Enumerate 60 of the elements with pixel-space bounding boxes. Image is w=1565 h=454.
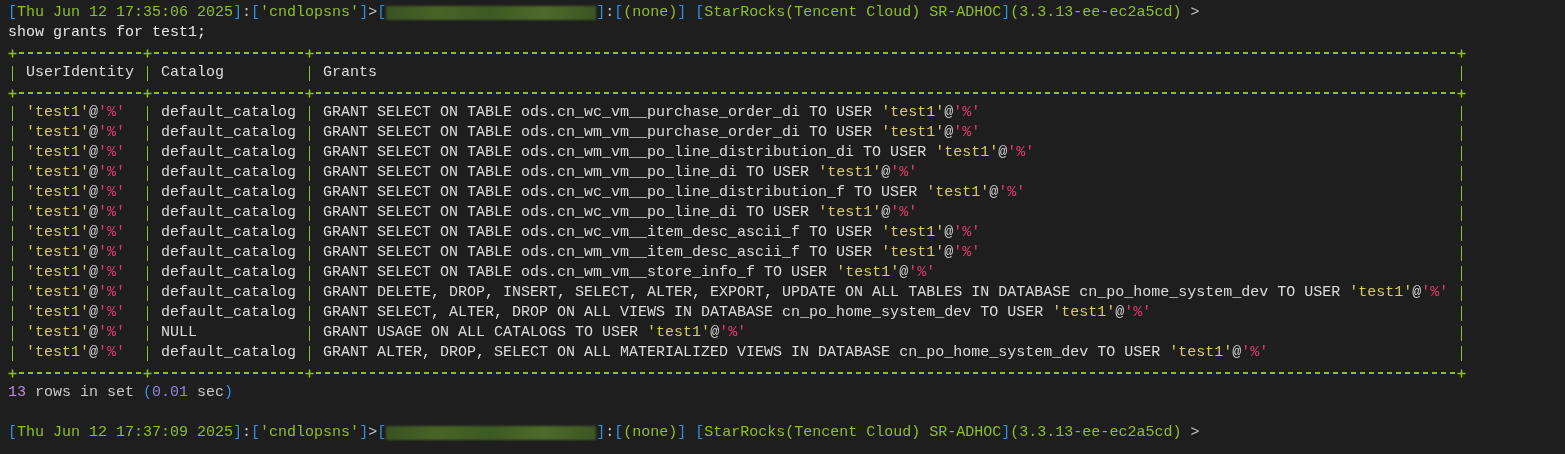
table-cell: GRANT SELECT ON TABLE ods.cn_wm_vm__po_line_distribution_di TO USER 'test1'@'%' bbox=[323, 144, 1035, 161]
table-corner-icon bbox=[1457, 88, 1467, 98]
table-cell: 'test1'@'%' bbox=[26, 284, 126, 301]
command-text: show grants for test1; bbox=[8, 24, 207, 41]
shell-prompt: [Thu Jun 12 17:37:09 2025]:['cndlopsns']>[ bbox=[8, 423, 387, 443]
table-cell: 'test1'@'%' bbox=[26, 344, 126, 361]
table-cell: default_catalog bbox=[161, 164, 297, 181]
table-cell: GRANT SELECT ON TABLE ods.cn_wm_vm__item_desc_ascii_f TO USER 'test1'@'%' bbox=[323, 244, 981, 261]
table-corner-icon bbox=[143, 368, 152, 378]
table-cell: GRANT SELECT ON TABLE ods.cn_wc_vm__purchase_order_di TO USER 'test1'@'%' bbox=[323, 104, 981, 121]
table-cell: default_catalog bbox=[161, 124, 297, 141]
table-corner-icon bbox=[305, 48, 315, 58]
column-header: Grants bbox=[323, 64, 378, 81]
table-cell: default_catalog bbox=[161, 304, 297, 321]
table-cell: 'test1'@'%' bbox=[26, 164, 126, 181]
table-cell: 'test1'@'%' bbox=[26, 224, 126, 241]
table-cell: NULL bbox=[161, 324, 198, 341]
table-corner-icon bbox=[305, 88, 315, 98]
table-cell: 'test1'@'%' bbox=[26, 144, 126, 161]
result-summary: 13 rows in set (0.01 sec) bbox=[8, 384, 234, 401]
table-cell: 'test1'@'%' bbox=[26, 124, 126, 141]
table-corner-icon bbox=[1457, 48, 1467, 58]
table-cell: GRANT USAGE ON ALL CATALOGS TO USER 'test1'@'%' bbox=[323, 324, 747, 341]
shell-prompt: [Thu Jun 12 17:35:06 2025]:['cndlopsns']>[ bbox=[8, 3, 387, 23]
shell-prompt: ]:[(none)] [StarRocks(Tencent Cloud) SR-ADHOC](3.3.13-ee-ec2a5cd) > bbox=[596, 423, 1200, 443]
table-cell: GRANT SELECT ON TABLE ods.cn_wc_vm__po_line_di TO USER 'test1'@'%' bbox=[323, 204, 918, 221]
table-corner-icon bbox=[305, 368, 315, 378]
table-cell: default_catalog bbox=[161, 244, 297, 261]
table-cell: 'test1'@'%' bbox=[26, 304, 126, 321]
table-cell: 'test1'@'%' bbox=[26, 324, 126, 341]
table-corner-icon bbox=[8, 48, 17, 58]
table-cell: default_catalog bbox=[161, 204, 297, 221]
table-cell: default_catalog bbox=[161, 344, 297, 361]
table-corner-icon bbox=[8, 368, 17, 378]
table-corner-icon bbox=[1457, 368, 1467, 378]
table-corner-icon bbox=[143, 88, 152, 98]
table-corner-icon bbox=[8, 88, 17, 98]
table-cell: GRANT SELECT ON TABLE ods.cn_wm_vm__po_line_di TO USER 'test1'@'%' bbox=[323, 164, 918, 181]
table-cell: default_catalog bbox=[161, 264, 297, 281]
shell-prompt: ]:[(none)] [StarRocks(Tencent Cloud) SR-ADHOC](3.3.13-ee-ec2a5cd) > bbox=[596, 3, 1200, 23]
table-cell: GRANT DELETE, DROP, INSERT, SELECT, ALTER, EXPORT, UPDATE ON ALL TABLES IN DATABASE cn_po_home_system_dev TO USER 'test1'@'%' bbox=[323, 284, 1449, 301]
table-cell: GRANT SELECT ON TABLE ods.cn_wm_vm__purchase_order_di TO USER 'test1'@'%' bbox=[323, 124, 981, 141]
table-cell: default_catalog bbox=[161, 184, 297, 201]
table-cell: 'test1'@'%' bbox=[26, 204, 126, 221]
table-cell: GRANT ALTER, DROP, SELECT ON ALL MATERIALIZED VIEWS IN DATABASE cn_po_home_system_dev TO USER 'test1'@'%' bbox=[323, 344, 1269, 361]
table-cell: GRANT SELECT, ALTER, DROP ON ALL VIEWS IN DATABASE cn_po_home_system_dev TO USER 'test1'@'%' bbox=[323, 304, 1152, 321]
table-cell: GRANT SELECT ON TABLE ods.cn_wm_vm__store_info_f TO USER 'test1'@'%' bbox=[323, 264, 936, 281]
column-header: UserIdentity bbox=[26, 64, 135, 81]
table-cell: 'test1'@'%' bbox=[26, 104, 126, 121]
table-corner-icon bbox=[143, 48, 152, 58]
column-header: Catalog bbox=[161, 64, 225, 81]
table-cell: default_catalog bbox=[161, 144, 297, 161]
table-cell: 'test1'@'%' bbox=[26, 244, 126, 261]
table-cell: GRANT SELECT ON TABLE ods.cn_wc_vm__po_line_distribution_f TO USER 'test1'@'%' bbox=[323, 184, 1026, 201]
table-cell: 'test1'@'%' bbox=[26, 264, 126, 281]
table-cell: default_catalog bbox=[161, 224, 297, 241]
table-cell: 'test1'@'%' bbox=[26, 184, 126, 201]
table-cell: default_catalog bbox=[161, 284, 297, 301]
table-cell: GRANT SELECT ON TABLE ods.cn_wc_vm__item_desc_ascii_f TO USER 'test1'@'%' bbox=[323, 224, 981, 241]
table-cell: default_catalog bbox=[161, 104, 297, 121]
